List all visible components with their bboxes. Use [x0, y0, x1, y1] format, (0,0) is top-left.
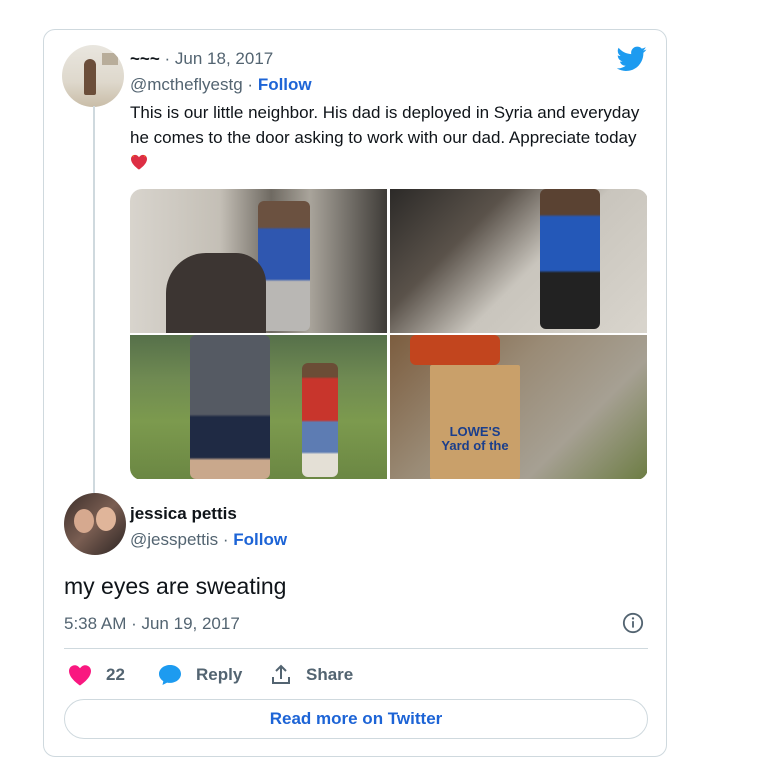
quoted-tweet-text: This is our little neighbor. His dad is …: [130, 100, 650, 175]
author-avatar[interactable]: [62, 45, 124, 107]
reply-author-name[interactable]: jessica pettis: [130, 504, 237, 524]
avatar-face-shape: [96, 507, 116, 531]
like-count: 22: [106, 665, 125, 684]
reply-author-handle[interactable]: @jesspettis: [130, 530, 218, 549]
read-more-button[interactable]: Read more on Twitter: [64, 699, 648, 739]
reply-follow-button[interactable]: Follow: [233, 530, 287, 549]
reply-button[interactable]: Reply: [158, 662, 242, 688]
avatar-face-shape: [74, 509, 94, 533]
photo-boy-at-door[interactable]: [130, 189, 387, 333]
boy-figure: [302, 363, 338, 477]
tweet-embed-card: ~~~ · Jun 18, 2017 @mctheflyestg · Follo…: [43, 29, 667, 757]
quoted-tweet-body: This is our little neighbor. His dad is …: [130, 103, 640, 147]
photo-man-and-boy-in-yard[interactable]: [130, 335, 387, 479]
reply-timestamp[interactable]: 5:38 AM · Jun 19, 2017: [64, 614, 240, 634]
reply-bubble-icon: [159, 665, 181, 685]
divider: [64, 648, 648, 649]
heart-icon: [69, 665, 91, 686]
separator-dot: ·: [222, 530, 234, 549]
share-button[interactable]: Share: [270, 662, 353, 688]
author-handle[interactable]: @mctheflyestg: [130, 75, 243, 94]
author-handle-line: @mctheflyestg · Follow: [130, 75, 312, 95]
twitter-bird-icon[interactable]: [617, 46, 647, 72]
man-figure: [190, 335, 270, 479]
quoted-tweet-header: ~~~ · Jun 18, 2017: [130, 49, 273, 69]
boy-figure: [540, 189, 600, 329]
reply-author-avatar[interactable]: [64, 493, 126, 555]
photo-grid[interactable]: LOWE'S Yard of the: [130, 189, 648, 480]
heart-emoji-icon: [131, 154, 147, 170]
separator-dot: ·: [164, 49, 175, 68]
thread-connector-line: [93, 106, 95, 493]
reply-tweet-text: my eyes are sweating: [64, 573, 287, 599]
person-red-shirt: [410, 335, 500, 365]
share-label: Share: [306, 665, 354, 684]
bag-caption: LOWE'S Yard of the: [441, 424, 509, 453]
follow-button[interactable]: Follow: [258, 75, 312, 94]
reply-label: Reply: [196, 665, 243, 684]
lowes-bag-shape: LOWE'S Yard of the: [430, 365, 520, 479]
reply-author-handle-line: @jesspettis · Follow: [130, 530, 287, 550]
like-button[interactable]: 22: [68, 662, 125, 688]
avatar-figure-shape: [84, 59, 96, 95]
photo-lowes-yard-bag[interactable]: LOWE'S Yard of the: [390, 335, 647, 479]
photo-boy-on-porch[interactable]: [390, 189, 647, 333]
share-icon: [272, 664, 290, 684]
separator-dot: ·: [247, 75, 258, 94]
hand-shape: [166, 253, 266, 333]
avatar-frame-shape: [102, 53, 118, 65]
tweet-date[interactable]: Jun 18, 2017: [175, 49, 273, 68]
info-icon[interactable]: [622, 612, 644, 634]
author-name[interactable]: ~~~: [130, 49, 160, 68]
